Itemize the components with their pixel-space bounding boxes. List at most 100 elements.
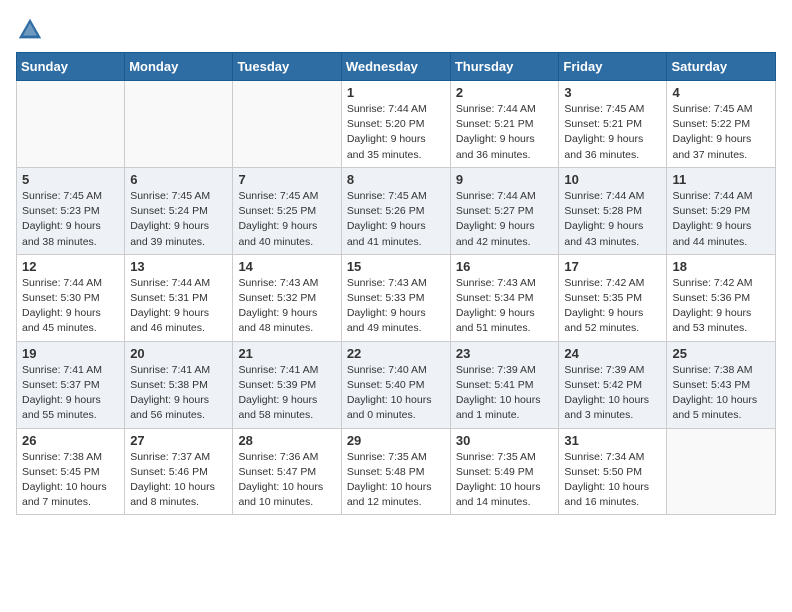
day-cell bbox=[667, 428, 776, 515]
day-number: 25 bbox=[672, 346, 770, 361]
day-info-line: Sunset: 5:41 PM bbox=[456, 379, 534, 391]
day-info: Sunrise: 7:34 AM Sunset: 5:50 PM Daylight:… bbox=[564, 450, 661, 511]
day-cell: 2Sunrise: 7:44 AMSunset: 5:21 PMDaylight… bbox=[450, 81, 559, 168]
day-cell: 27Sunrise: 7:37 AMSunset: 5:46 PMDayligh… bbox=[125, 428, 233, 515]
day-info-line: Sunrise: 7:44 AM bbox=[564, 190, 644, 202]
day-info-line: Sunrise: 7:37 AM bbox=[130, 451, 210, 463]
day-number: 13 bbox=[130, 259, 227, 274]
day-info-line: Sunrise: 7:35 AM bbox=[456, 451, 536, 463]
weekday-header-row: SundayMondayTuesdayWednesdayThursdayFrid… bbox=[17, 53, 776, 81]
day-info-line: Sunrise: 7:36 AM bbox=[238, 451, 318, 463]
day-info: Sunrise: 7:45 AMSunset: 5:25 PMDaylight:… bbox=[238, 189, 335, 250]
day-info-line: Sunrise: 7:41 AM bbox=[238, 364, 318, 376]
day-info-line: Sunrise: 7:41 AM bbox=[130, 364, 210, 376]
day-info-line: Daylight: 9 hours and 41 minutes. bbox=[347, 220, 426, 247]
day-info-line: Sunrise: 7:43 AM bbox=[347, 277, 427, 289]
day-info-line: Sunrise: 7:44 AM bbox=[672, 190, 752, 202]
day-info-line: Sunset: 5:47 PM bbox=[238, 466, 316, 478]
day-number: 23 bbox=[456, 346, 554, 361]
day-number: 31 bbox=[564, 433, 661, 448]
day-info-line: Sunset: 5:20 PM bbox=[347, 118, 425, 130]
day-cell: 4 Sunrise: 7:45 AMSunset: 5:22 PMDaylight… bbox=[667, 81, 776, 168]
weekday-header-sunday: Sunday bbox=[17, 53, 125, 81]
day-number: 22 bbox=[347, 346, 445, 361]
day-number: 17 bbox=[564, 259, 661, 274]
day-info: Sunrise: 7:44 AMSunset: 5:30 PMDaylight:… bbox=[22, 276, 119, 337]
weekday-header-thursday: Thursday bbox=[450, 53, 559, 81]
day-number: 6 bbox=[130, 172, 227, 187]
day-cell: 24Sunrise: 7:39 AMSunset: 5:42 PMDayligh… bbox=[559, 341, 667, 428]
day-cell: 11Sunrise: 7:44 AMSunset: 5:29 PMDayligh… bbox=[667, 167, 776, 254]
day-info-line: Sunrise: 7:44 AM bbox=[22, 277, 102, 289]
day-number: 7 bbox=[238, 172, 335, 187]
day-info: Sunrise: 7:37 AMSunset: 5:46 PMDaylight:… bbox=[130, 450, 227, 511]
day-info-line: Sunrise: 7:45 AM bbox=[130, 190, 210, 202]
day-info-line: Sunrise: 7:40 AM bbox=[347, 364, 427, 376]
day-info-line: Sunrise: 7:34 AM bbox=[564, 451, 644, 463]
day-info-line: Sunset: 5:29 PM bbox=[672, 205, 750, 217]
day-info: Sunrise: 7:41 AMSunset: 5:39 PMDaylight:… bbox=[238, 363, 335, 424]
day-info-line: Sunset: 5:32 PM bbox=[238, 292, 316, 304]
day-cell: 19Sunrise: 7:41 AMSunset: 5:37 PMDayligh… bbox=[17, 341, 125, 428]
day-info: Sunrise: 7:43 AMSunset: 5:33 PMDaylight:… bbox=[347, 276, 445, 337]
weekday-header-saturday: Saturday bbox=[667, 53, 776, 81]
day-info-line: Daylight: 9 hours and 40 minutes. bbox=[238, 220, 317, 247]
day-info-line: Sunrise: 7:42 AM bbox=[672, 277, 752, 289]
day-cell: 31 Sunrise: 7:34 AM Sunset: 5:50 PM Dayligh… bbox=[559, 428, 667, 515]
day-number: 24 bbox=[564, 346, 661, 361]
day-info-line: Sunset: 5:36 PM bbox=[672, 292, 750, 304]
day-number: 5 bbox=[22, 172, 119, 187]
day-cell: 16 Sunrise: 7:43 AMSunset: 5:34 PMDayligh… bbox=[450, 254, 559, 341]
day-info: Sunrise: 7:44 AMSunset: 5:27 PMDaylight:… bbox=[456, 189, 554, 250]
day-info-line: Sunset: 5:39 PM bbox=[238, 379, 316, 391]
day-cell: 30Sunrise: 7:35 AMSunset: 5:49 PMDayligh… bbox=[450, 428, 559, 515]
week-row-2: 5Sunrise: 7:45 AMSunset: 5:23 PMDaylight… bbox=[17, 167, 776, 254]
day-info-line: Sunrise: 7:44 AM bbox=[456, 190, 536, 202]
day-info-line: Sunset: 5:50 PM bbox=[564, 466, 642, 478]
day-info: Sunrise: 7:45 AMSunset: 5:21 PMDaylight:… bbox=[564, 102, 661, 163]
day-info-line: Sunset: 5:26 PM bbox=[347, 205, 425, 217]
day-info-line: Daylight: 10 hours and 12 minutes. bbox=[347, 481, 432, 508]
day-number: 21 bbox=[238, 346, 335, 361]
calendar-table: SundayMondayTuesdayWednesdayThursdayFrid… bbox=[16, 52, 776, 515]
day-info-line: Daylight: 10 hours and 3 minutes. bbox=[564, 394, 649, 421]
day-number: 4 bbox=[672, 85, 770, 100]
day-info-line: Daylight: 9 hours and 36 minutes. bbox=[456, 133, 535, 160]
day-info: Sunrise: 7:41 AMSunset: 5:37 PMDaylight:… bbox=[22, 363, 119, 424]
day-cell: 13Sunrise: 7:44 AMSunset: 5:31 PMDayligh… bbox=[125, 254, 233, 341]
day-info: Sunrise: 7:35 AMSunset: 5:49 PMDaylight:… bbox=[456, 450, 554, 511]
day-info-line: Sunrise: 7:38 AM bbox=[22, 451, 102, 463]
day-cell: 8Sunrise: 7:45 AMSunset: 5:26 PMDaylight… bbox=[341, 167, 450, 254]
day-cell: 22Sunrise: 7:40 AMSunset: 5:40 PMDayligh… bbox=[341, 341, 450, 428]
week-row-4: 19Sunrise: 7:41 AMSunset: 5:37 PMDayligh… bbox=[17, 341, 776, 428]
day-number: 16 bbox=[456, 259, 554, 274]
weekday-header-tuesday: Tuesday bbox=[233, 53, 341, 81]
day-info-line: Sunrise: 7:44 AM bbox=[130, 277, 210, 289]
day-info-line: Sunrise: 7:39 AM bbox=[564, 364, 644, 376]
day-info-line: Sunrise: 7:45 AM bbox=[22, 190, 102, 202]
day-number: 14 bbox=[238, 259, 335, 274]
day-info: Sunrise: 7:43 AMSunset: 5:34 PMDaylight:… bbox=[456, 276, 554, 337]
day-info: Sunrise: 7:41 AMSunset: 5:38 PMDaylight:… bbox=[130, 363, 227, 424]
day-info-line: Sunset: 5:34 PM bbox=[456, 292, 534, 304]
day-number: 26 bbox=[22, 433, 119, 448]
day-cell: 7 Sunrise: 7:45 AMSunset: 5:25 PMDaylight… bbox=[233, 167, 341, 254]
day-info-line: Daylight: 9 hours and 45 minutes. bbox=[22, 307, 101, 334]
day-info-line: Sunrise: 7:43 AM bbox=[238, 277, 318, 289]
day-cell: 5Sunrise: 7:45 AMSunset: 5:23 PMDaylight… bbox=[17, 167, 125, 254]
day-info: Sunrise: 7:35 AMSunset: 5:48 PMDaylight:… bbox=[347, 450, 445, 511]
day-info-line: Daylight: 9 hours and 55 minutes. bbox=[22, 394, 101, 421]
day-info-line: Sunset: 5:37 PM bbox=[22, 379, 100, 391]
day-info-line: Daylight: 9 hours and 35 minutes. bbox=[347, 133, 426, 160]
day-info-line: Sunset: 5:46 PM bbox=[130, 466, 208, 478]
day-info: Sunrise: 7:40 AMSunset: 5:40 PMDaylight:… bbox=[347, 363, 445, 424]
day-number: 18 bbox=[672, 259, 770, 274]
day-info-line: Sunset: 5:40 PM bbox=[347, 379, 425, 391]
day-info-line: Sunset: 5:49 PM bbox=[456, 466, 534, 478]
day-info: Sunrise: 7:45 AMSunset: 5:22 PMDaylight:… bbox=[672, 102, 770, 163]
day-info: Sunrise: 7:43 AM Sunset: 5:32 PM Daylight:… bbox=[238, 276, 335, 337]
day-info-line: Daylight: 10 hours and 16 minutes. bbox=[564, 481, 649, 508]
day-info-line: Daylight: 9 hours and 48 minutes. bbox=[238, 307, 317, 334]
day-cell: 23Sunrise: 7:39 AMSunset: 5:41 PMDayligh… bbox=[450, 341, 559, 428]
day-number: 9 bbox=[456, 172, 554, 187]
